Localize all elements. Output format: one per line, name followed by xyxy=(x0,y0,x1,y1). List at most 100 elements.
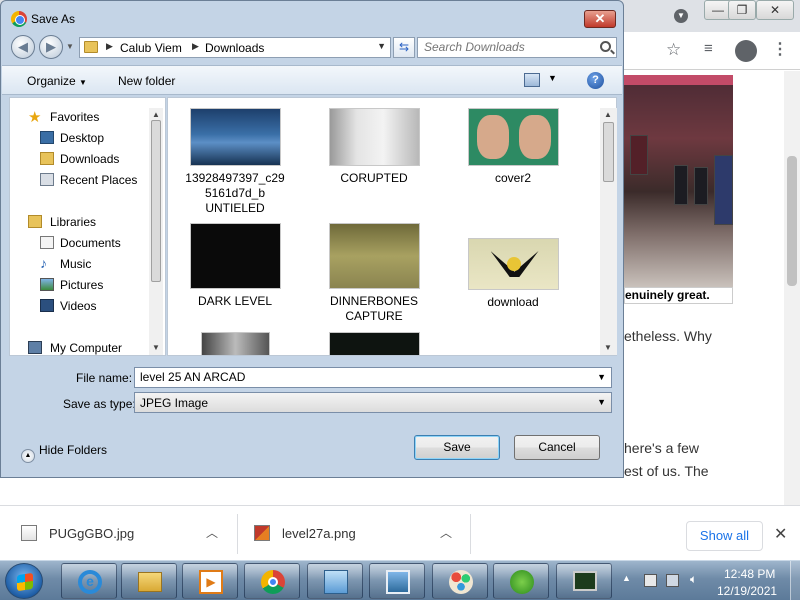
navigation-scrollbar[interactable]: ▲ ▼ xyxy=(149,108,163,355)
file-item[interactable] xyxy=(180,332,290,355)
taskbar-chrome[interactable] xyxy=(244,563,300,599)
windows-orb-icon xyxy=(510,570,534,594)
start-button[interactable] xyxy=(5,563,43,599)
close-icon[interactable]: ✕ xyxy=(774,524,787,544)
command-bar: Organize ▼ New folder ▼ ? xyxy=(2,65,622,95)
download-item[interactable]: level27a.png ︿ xyxy=(238,506,470,560)
chevron-up-icon: ▲ xyxy=(21,449,35,463)
sidebar-item-label: Favorites xyxy=(50,110,100,124)
recent-pages-dropdown-icon[interactable]: ▼ xyxy=(66,42,74,51)
chrome-menu-icon[interactable]: ⋮ xyxy=(772,39,788,59)
restore-button[interactable]: ❐ xyxy=(728,0,756,20)
forward-button[interactable]: ▶ xyxy=(39,35,63,59)
file-item[interactable] xyxy=(319,332,429,355)
clock-time[interactable]: 12:48 PM xyxy=(724,567,775,581)
sidebar-item-label: Music xyxy=(60,257,92,271)
file-name-input[interactable] xyxy=(140,370,580,384)
file-item[interactable]: DARK LEVEL xyxy=(180,223,290,309)
download-item[interactable]: PUGgGBO.jpg ︿ xyxy=(0,506,236,560)
taskbar-media-player[interactable]: ▶ xyxy=(182,563,238,599)
file-item[interactable]: DINNERBONES CAPTURE xyxy=(319,223,429,324)
breadcrumb-arrow-icon[interactable]: ▶ xyxy=(192,41,199,52)
profile-avatar-icon[interactable] xyxy=(735,40,757,62)
sidebar-item-label: Downloads xyxy=(60,152,120,166)
sidebar-item-label: My Computer xyxy=(50,341,123,355)
scroll-thumb[interactable] xyxy=(603,122,614,182)
taskbar-control-panel[interactable] xyxy=(307,563,363,599)
files-scrollbar[interactable]: ▲ ▼ xyxy=(600,108,617,355)
download-file-name: PUGgGBO.jpg xyxy=(49,526,135,541)
article-text-line: here's a few xyxy=(624,440,700,456)
taskbar-internet-explorer[interactable]: e xyxy=(61,563,117,599)
taskbar-windows-media-center[interactable] xyxy=(493,563,549,599)
show-desktop-button[interactable] xyxy=(790,561,800,601)
refresh-button[interactable]: ⇆ xyxy=(393,37,415,58)
view-dropdown-icon[interactable]: ▼ xyxy=(548,73,557,83)
file-name: CORUPTED xyxy=(340,171,408,185)
recent-places-icon xyxy=(40,173,54,186)
taskbar-task-manager[interactable] xyxy=(556,563,612,599)
file-thumbnail xyxy=(328,223,420,289)
chevron-down-icon[interactable]: ▼ xyxy=(597,397,606,407)
scroll-thumb[interactable] xyxy=(151,120,161,282)
bookmark-star-icon[interactable]: ☆ xyxy=(666,40,681,60)
dialog-title: Save As xyxy=(31,12,76,26)
chevron-down-icon[interactable]: ▼ xyxy=(597,372,606,382)
reading-list-icon[interactable]: ≡ xyxy=(704,40,713,57)
save-as-type-select[interactable]: JPEG Image ▼ xyxy=(134,392,612,413)
computer-icon xyxy=(28,341,42,354)
save-button[interactable]: Save xyxy=(414,435,500,460)
help-icon[interactable]: ? xyxy=(587,72,604,89)
file-item[interactable]: download xyxy=(458,238,568,310)
search-icon[interactable] xyxy=(600,41,611,52)
tab-search-icon[interactable]: ▼ xyxy=(674,9,688,23)
back-button[interactable]: ◀ xyxy=(11,35,35,59)
videos-icon xyxy=(40,299,54,312)
breadcrumb-user[interactable]: Calub Viem xyxy=(120,41,182,55)
new-folder-button[interactable]: New folder xyxy=(118,74,175,88)
hide-folders-button[interactable]: ▲ Hide Folders xyxy=(21,443,107,463)
windows-logo-icon xyxy=(17,572,33,592)
address-bar[interactable]: ▶ Calub Viem ▶ Downloads ▼ xyxy=(79,37,391,58)
scroll-up-icon[interactable]: ▲ xyxy=(604,110,612,119)
address-dropdown-icon[interactable]: ▼ xyxy=(377,41,386,51)
file-item[interactable]: 13928497397_c29 5161d7d_b UNTIELED xyxy=(180,108,290,216)
star-icon: ★ xyxy=(28,109,42,126)
network-icon[interactable] xyxy=(666,574,679,587)
taskbar: e ▶ ▲ 🔈︎ 12:48 PM 12/19/2021 xyxy=(0,560,800,601)
taskbar-photo-viewer[interactable] xyxy=(369,563,425,599)
breadcrumb-arrow-icon[interactable]: ▶ xyxy=(106,41,113,52)
file-item[interactable]: CORUPTED xyxy=(319,108,429,186)
scroll-down-icon[interactable]: ▼ xyxy=(152,343,160,352)
system-tray: ▲ 🔈︎ 12:48 PM 12/19/2021 xyxy=(618,561,800,601)
article-text-line: est of us. The xyxy=(624,463,709,479)
search-box[interactable] xyxy=(417,37,617,58)
volume-icon[interactable]: 🔈︎ xyxy=(690,572,703,586)
clock-date[interactable]: 12/19/2021 xyxy=(717,584,777,598)
show-all-button[interactable]: Show all xyxy=(686,521,763,551)
cancel-button[interactable]: Cancel xyxy=(514,435,600,460)
organize-button[interactable]: Organize ▼ xyxy=(27,74,87,88)
chevron-up-icon[interactable]: ︿ xyxy=(206,524,218,541)
file-name-line: 5161d7d_b xyxy=(204,186,266,200)
file-name-field[interactable]: ▼ xyxy=(134,367,612,388)
taskbar-file-explorer[interactable] xyxy=(121,563,177,599)
action-center-icon[interactable] xyxy=(644,574,657,587)
paint-palette-icon xyxy=(449,570,473,594)
taskbar-paint[interactable] xyxy=(432,563,488,599)
save-as-dialog: Save As ✕ ◀ ▶ ▼ ▶ Calub Viem ▶ Downloads… xyxy=(0,0,624,478)
window-close-button[interactable]: ✕ xyxy=(756,0,794,20)
chevron-up-icon[interactable]: ︿ xyxy=(440,524,452,541)
page-scrollbar[interactable] xyxy=(784,71,800,512)
breadcrumb-downloads[interactable]: Downloads xyxy=(205,41,264,55)
show-hidden-icons-icon[interactable]: ▲ xyxy=(622,573,631,583)
image-file-icon xyxy=(21,525,37,541)
scroll-down-icon[interactable]: ▼ xyxy=(604,343,612,352)
scroll-up-icon[interactable]: ▲ xyxy=(152,110,160,119)
change-view-icon[interactable] xyxy=(524,73,540,87)
search-input[interactable] xyxy=(424,40,594,54)
dialog-close-button[interactable]: ✕ xyxy=(584,10,616,28)
file-name-label: File name: xyxy=(76,371,133,385)
file-item[interactable]: cover2 xyxy=(458,108,568,186)
sidebar-item-label: Desktop xyxy=(60,131,105,145)
